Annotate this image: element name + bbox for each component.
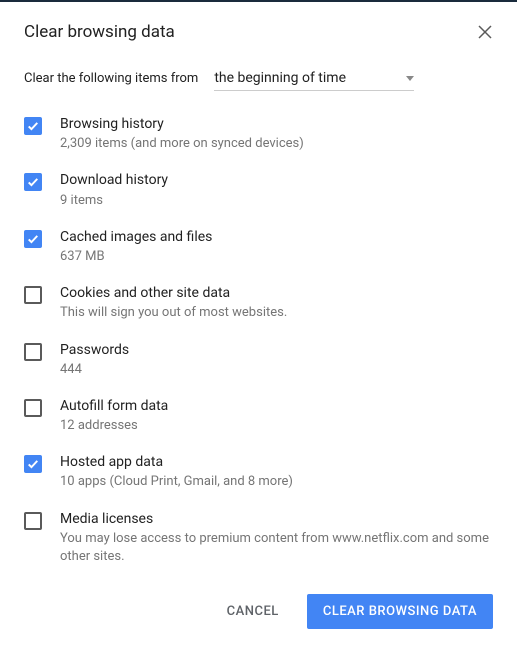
checkmark-icon	[26, 119, 40, 133]
item-description: 2,309 items (and more on synced devices)	[60, 135, 304, 153]
checkbox[interactable]	[24, 399, 42, 417]
close-icon	[477, 24, 493, 40]
item-description: 9 items	[60, 192, 168, 210]
checkbox[interactable]	[24, 173, 42, 191]
item-description: 12 addresses	[60, 417, 168, 435]
list-item: Media licenses You may lose access to pre…	[24, 510, 493, 567]
close-button[interactable]	[477, 24, 493, 40]
item-title: Cached images and files	[60, 228, 212, 246]
checkbox[interactable]	[24, 455, 42, 473]
item-text: Download history 9 items	[60, 171, 168, 209]
cancel-button[interactable]: CANCEL	[215, 596, 291, 627]
item-description: This will sign you out of most websites.	[60, 304, 287, 322]
checkmark-icon	[26, 175, 40, 189]
item-description: 637 MB	[60, 248, 212, 266]
item-title: Passwords	[60, 341, 129, 359]
item-text: Cached images and files 637 MB	[60, 228, 212, 266]
item-description: 444	[60, 361, 129, 379]
checkmark-icon	[26, 232, 40, 246]
list-item: Cookies and other site data This will sig…	[24, 284, 493, 322]
list-item: Download history 9 items	[24, 171, 493, 209]
list-item: Cached images and files 637 MB	[24, 228, 493, 266]
list-item: Browsing history 2,309 items (and more on…	[24, 115, 493, 153]
clear-data-button[interactable]: CLEAR BROWSING DATA	[307, 594, 493, 629]
list-item: Hosted app data 10 apps (Cloud Print, Gma…	[24, 453, 493, 491]
dialog-title: Clear browsing data	[24, 22, 175, 42]
checkbox[interactable]	[24, 117, 42, 135]
items-list: Browsing history 2,309 items (and more on…	[24, 115, 493, 566]
checkbox[interactable]	[24, 343, 42, 361]
chevron-down-icon	[406, 76, 414, 81]
checkbox[interactable]	[24, 230, 42, 248]
item-description: You may lose access to premium content f…	[60, 530, 493, 566]
time-range-value: the beginning of time	[214, 70, 346, 86]
list-item: Passwords 444	[24, 341, 493, 379]
list-item: Autofill form data 12 addresses	[24, 397, 493, 435]
dialog-header: Clear browsing data	[24, 22, 493, 42]
item-title: Media licenses	[60, 510, 493, 528]
item-title: Cookies and other site data	[60, 284, 287, 302]
item-text: Cookies and other site data This will sig…	[60, 284, 287, 322]
item-text: Autofill form data 12 addresses	[60, 397, 168, 435]
item-title: Download history	[60, 171, 168, 189]
clear-browsing-data-dialog: Clear browsing data Clear the following …	[0, 2, 517, 645]
item-title: Autofill form data	[60, 397, 168, 415]
item-text: Hosted app data 10 apps (Cloud Print, Gma…	[60, 453, 293, 491]
dialog-footer: CANCEL CLEAR BROWSING DATA	[24, 594, 493, 629]
item-title: Browsing history	[60, 115, 304, 133]
time-range-label: Clear the following items from	[24, 71, 198, 86]
time-range-row: Clear the following items from the begin…	[24, 66, 493, 91]
checkbox[interactable]	[24, 286, 42, 304]
checkmark-icon	[26, 457, 40, 471]
item-text: Media licenses You may lose access to pre…	[60, 510, 493, 567]
item-text: Browsing history 2,309 items (and more on…	[60, 115, 304, 153]
checkbox[interactable]	[24, 512, 42, 530]
time-range-select[interactable]: the beginning of time	[214, 66, 414, 91]
item-text: Passwords 444	[60, 341, 129, 379]
item-title: Hosted app data	[60, 453, 293, 471]
item-description: 10 apps (Cloud Print, Gmail, and 8 more)	[60, 473, 293, 491]
